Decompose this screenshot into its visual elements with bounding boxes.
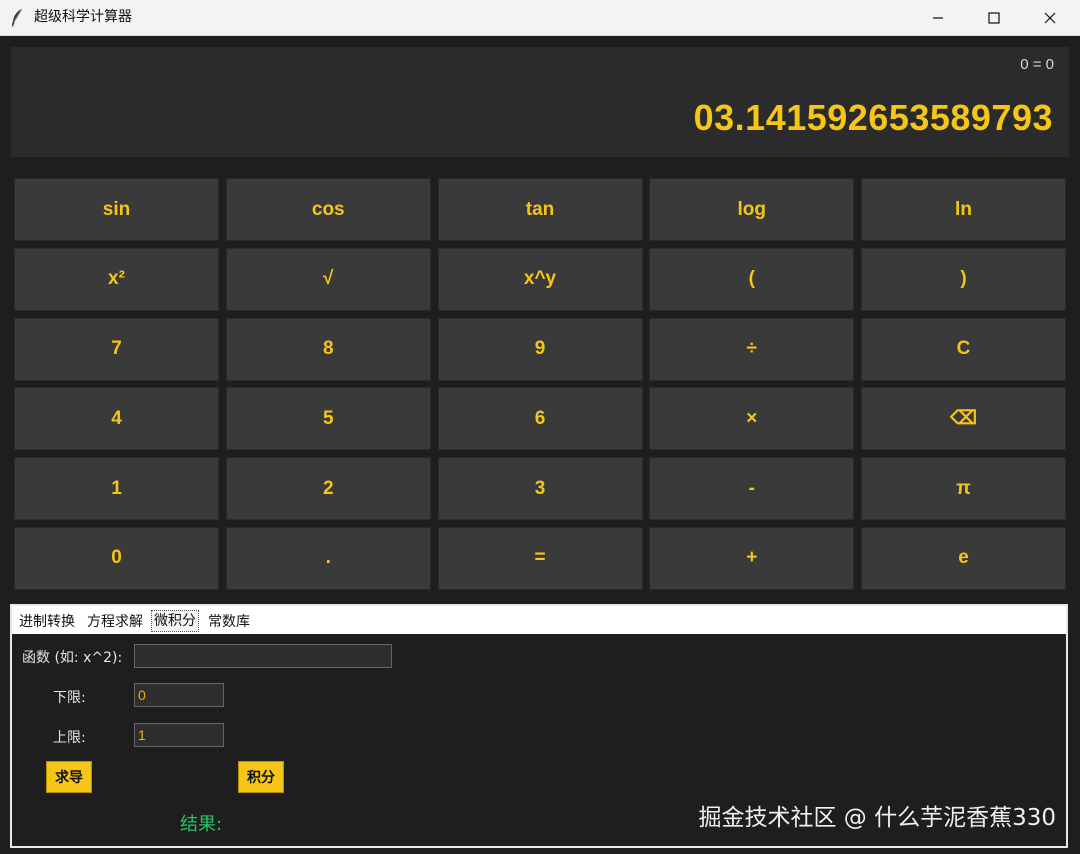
display-value: 03.141592653589793 (693, 97, 1053, 138)
tab-base-conversion[interactable]: 进制转换 (17, 612, 77, 632)
maximize-button[interactable] (966, 0, 1022, 35)
key-equals[interactable]: = (437, 526, 643, 590)
function-label: 函数 (如: x^2): (22, 650, 123, 666)
upper-limit-label: 上限: (53, 730, 86, 746)
key-cos[interactable]: cos (225, 178, 431, 241)
key-plus[interactable]: + (649, 526, 855, 590)
key-3[interactable]: 3 (437, 457, 643, 521)
key-sqrt[interactable]: √ (225, 247, 431, 311)
title-bar: 超级科学计算器 (0, 0, 1080, 36)
key-log[interactable]: log (649, 178, 855, 241)
key-power[interactable]: x^y (437, 247, 643, 311)
key-5[interactable]: 5 (225, 387, 431, 451)
window-title: 超级科学计算器 (34, 9, 132, 25)
key-1[interactable]: 1 (14, 457, 219, 521)
key-multiply[interactable]: × (649, 387, 855, 451)
close-button[interactable] (1022, 0, 1078, 35)
key-open-paren[interactable]: ( (649, 247, 855, 311)
key-4[interactable]: 4 (14, 387, 219, 451)
minimize-icon (933, 16, 943, 19)
calculator-display: 0 = 0 03.141592653589793 (11, 47, 1069, 157)
key-divide[interactable]: ÷ (649, 317, 855, 381)
key-7[interactable]: 7 (14, 317, 219, 381)
key-close-paren[interactable]: ) (861, 247, 1066, 311)
key-minus[interactable]: - (649, 457, 855, 521)
minimize-button[interactable] (910, 0, 966, 35)
lower-limit-label: 下限: (53, 690, 86, 706)
calculator-window: 超级科学计算器 0 = 0 03.141592653589793 sin cos… (0, 0, 1080, 854)
key-sin[interactable]: sin (14, 178, 219, 241)
close-icon (1044, 12, 1056, 23)
key-9[interactable]: 9 (437, 317, 643, 381)
key-2[interactable]: 2 (225, 457, 431, 521)
key-decimal[interactable]: . (225, 526, 431, 590)
feather-icon (12, 8, 23, 27)
derivative-button[interactable]: 求导 (46, 761, 92, 793)
function-input[interactable] (134, 644, 392, 668)
lower-limit-input[interactable]: 0 (134, 683, 224, 707)
key-e[interactable]: e (861, 526, 1066, 590)
key-square[interactable]: x² (14, 247, 219, 311)
expression-history: 0 = 0 (1020, 56, 1054, 73)
maximize-icon (988, 11, 1000, 24)
key-6[interactable]: 6 (437, 387, 643, 451)
integral-button[interactable]: 积分 (238, 761, 284, 793)
tab-equation-solver[interactable]: 方程求解 (85, 612, 145, 632)
keypad: sin cos tan log ln x² √ x^y ( ) 7 8 9 ÷ … (14, 178, 1066, 590)
tab-bar: 进制转换 方程求解 微积分 常数库 (12, 606, 1066, 634)
watermark: 掘金技术社区 @ 什么芋泥香蕉330 (698, 805, 1056, 831)
upper-limit-input[interactable]: 1 (134, 723, 224, 747)
result-label: 结果: (180, 814, 223, 835)
tab-calculus[interactable]: 微积分 (151, 610, 199, 632)
key-ln[interactable]: ln (861, 178, 1066, 241)
tab-constants[interactable]: 常数库 (206, 612, 252, 632)
key-pi[interactable]: π (861, 457, 1066, 521)
key-8[interactable]: 8 (225, 317, 431, 381)
key-tan[interactable]: tan (437, 178, 643, 241)
key-backspace[interactable]: ⌫ (861, 387, 1066, 451)
key-0[interactable]: 0 (14, 526, 219, 590)
key-clear[interactable]: C (861, 317, 1066, 381)
